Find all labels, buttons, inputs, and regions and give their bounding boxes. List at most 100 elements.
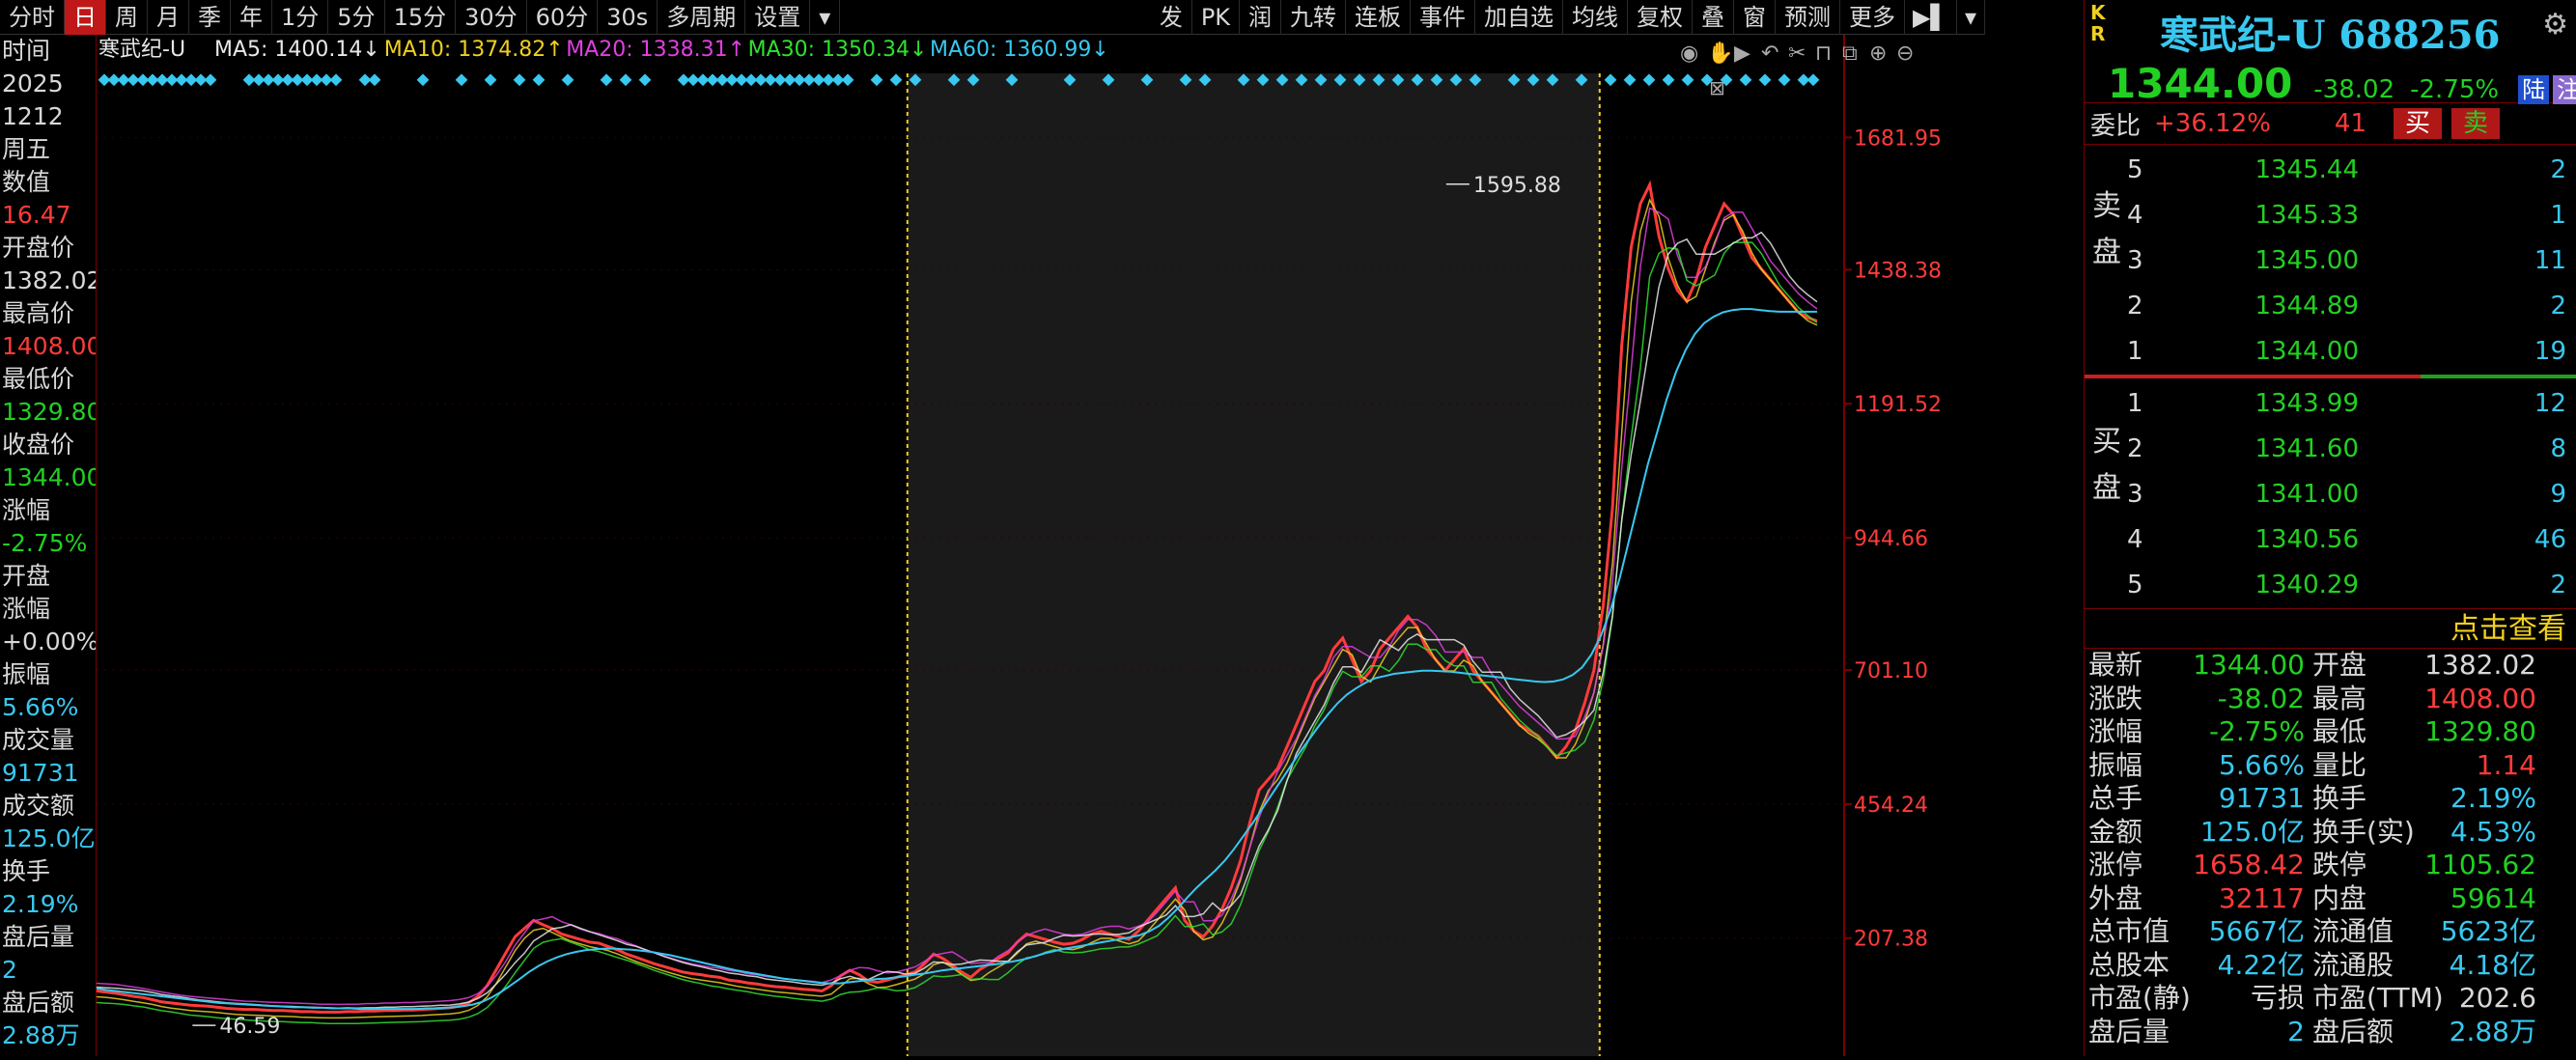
kline-chart-svg[interactable]: 1681.95 1438.38 1191.52 944.66 701.10 454.24 2… [96, 35, 1985, 1056]
period-tab-5[interactable]: 年 [231, 0, 272, 35]
ma-label-4[interactable]: MA60: 1360.99↓ [930, 38, 1109, 62]
order-level-row[interactable]: 3 1341.00 9 [2085, 471, 2576, 516]
period-dropdown[interactable]: 30s [598, 0, 658, 35]
period-tab-6[interactable]: 1分 [272, 0, 329, 35]
event-marker[interactable] [532, 73, 546, 87]
tool-button-12[interactable]: 更多 [1840, 0, 1906, 35]
chevron-down-icon[interactable]: ▾ [1957, 0, 1985, 35]
period-tab-9[interactable]: 30分 [456, 0, 527, 35]
event-marker[interactable] [1778, 73, 1791, 87]
period-tab-4[interactable]: 季 [189, 0, 231, 35]
quote-header: KR 寒武纪-U 688256 ⚙ [2085, 0, 2576, 60]
event-marker[interactable] [1739, 73, 1752, 87]
period-tab-3[interactable]: 月 [148, 0, 189, 35]
note-tag[interactable]: 注 [2553, 75, 2576, 104]
event-marker[interactable] [513, 73, 526, 87]
tool-button-9[interactable]: 叠 [1693, 0, 1735, 35]
eye-icon[interactable]: ◉ [1680, 42, 1698, 66]
tool-button-4[interactable]: 连板 [1346, 0, 1412, 35]
stat-value: 5667亿 [2208, 915, 2305, 947]
event-marker[interactable] [561, 73, 574, 87]
event-marker[interactable] [1681, 73, 1694, 87]
tool-button-1[interactable]: PK [1192, 0, 1241, 35]
plus-icon[interactable]: ⊕ [1869, 42, 1887, 66]
hand-icon[interactable]: ✋ [1707, 41, 1733, 66]
ma-label-1[interactable]: MA10: 1374.82↑ [384, 38, 564, 62]
event-marker[interactable] [889, 73, 903, 87]
order-level-row[interactable]: 2 1341.60 8 [2085, 426, 2576, 471]
stock-name-code: 寒武纪-U 688256 [2160, 13, 2501, 58]
period-tab-12[interactable]: 多周期 [658, 0, 746, 35]
ma-label-2[interactable]: MA20: 1338.31↑ [566, 38, 745, 62]
tool-button-7[interactable]: 均线 [1563, 0, 1629, 35]
order-level-row[interactable]: 4 1340.56 46 [2085, 516, 2576, 562]
info-row: 1212 [2, 102, 64, 130]
order-ratio-count: 41 [2334, 109, 2367, 138]
period-tab-13[interactable]: 设置 [745, 0, 811, 35]
kline-chart[interactable]: 1681.95 1438.38 1191.52 944.66 701.10 454.24 2… [96, 35, 1985, 1056]
tool-button-3[interactable]: 九转 [1281, 0, 1347, 35]
buy-button[interactable]: 买 [2394, 108, 2443, 139]
ma-label-0[interactable]: MA5: 1400.14↓ [214, 38, 380, 62]
tool-button-10[interactable]: 窗 [1734, 0, 1777, 35]
gear-icon[interactable]: ⚙ [2542, 8, 2568, 42]
stat-label: 最高 [2312, 682, 2367, 714]
minus-icon[interactable]: ⊖ [1896, 42, 1914, 66]
sell-button[interactable]: 卖 [2451, 108, 2501, 139]
event-marker[interactable] [1604, 73, 1617, 87]
collapse-arrow-icon[interactable]: ▶▌ [1905, 0, 1957, 35]
event-marker[interactable] [870, 73, 883, 87]
event-marker[interactable] [204, 73, 217, 87]
tool-button-0[interactable]: 发 [1151, 0, 1192, 35]
ma-label-3[interactable]: MA30: 1350.34↓ [748, 38, 928, 62]
click-to-view-link[interactable]: 点击查看 [2085, 608, 2576, 649]
undo-icon[interactable]: ↶ [1761, 42, 1778, 66]
event-marker[interactable] [841, 73, 854, 87]
period-tab-10[interactable]: 60分 [527, 0, 599, 35]
event-marker[interactable] [638, 73, 652, 87]
order-level-row[interactable]: 5 1340.29 2 [2085, 562, 2576, 607]
period-tab-8[interactable]: 15分 [385, 0, 457, 35]
event-marker[interactable] [600, 73, 613, 87]
copy-icon[interactable]: ⧉ [1842, 42, 1858, 66]
period-tab-2[interactable]: 周 [106, 0, 148, 35]
order-level-row[interactable]: 3 1345.00 11 [2085, 237, 2576, 283]
info-row: 开盘 [2, 562, 51, 590]
order-level-row[interactable]: 1 1344.00 19 [2085, 328, 2576, 374]
tool-button-6[interactable]: 加自选 [1475, 0, 1564, 35]
period-tab-1[interactable]: 日 [65, 0, 106, 35]
period-tab-0[interactable]: 分时 [0, 0, 65, 35]
event-marker[interactable] [1623, 73, 1637, 87]
event-marker[interactable] [484, 73, 497, 87]
chevron-down-icon[interactable]: ▾ [810, 0, 841, 35]
event-marker[interactable] [1642, 73, 1656, 87]
stat-label: 涨幅 [2088, 715, 2143, 747]
order-level: 5 [2127, 570, 2143, 600]
lock-icon[interactable]: ⊓ [1815, 42, 1832, 66]
event-marker[interactable] [1758, 73, 1772, 87]
event-marker[interactable] [455, 73, 468, 87]
event-marker[interactable] [368, 73, 381, 87]
info-row: 开盘价 [2, 234, 75, 262]
event-marker[interactable] [1806, 73, 1820, 87]
order-volume: 1 [2550, 200, 2566, 230]
y-tick-label: 701.10 [1854, 659, 1928, 683]
tool-button-8[interactable]: 复权 [1628, 0, 1694, 35]
order-level-row[interactable]: 4 1345.33 1 [2085, 192, 2576, 237]
tool-button-11[interactable]: 预测 [1776, 0, 1841, 35]
scissors-icon[interactable]: ✂ [1788, 42, 1806, 66]
event-marker[interactable] [1662, 73, 1675, 87]
info-row: 时间 [2, 37, 51, 65]
event-marker[interactable] [619, 73, 632, 87]
tool-button-2[interactable]: 润 [1240, 0, 1282, 35]
play-icon[interactable]: ▶ [1734, 42, 1750, 66]
order-price: 1341.60 [2254, 433, 2359, 463]
event-marker[interactable] [416, 73, 430, 87]
order-level-row[interactable]: 1 1343.99 12 [2085, 380, 2576, 426]
order-level-row[interactable]: 2 1344.89 2 [2085, 283, 2576, 328]
period-tab-7[interactable]: 5分 [328, 0, 385, 35]
event-marker[interactable] [329, 73, 343, 87]
connect-tag[interactable]: 陆 [2518, 75, 2550, 104]
tool-button-5[interactable]: 事件 [1411, 0, 1476, 35]
order-level-row[interactable]: 5 1345.44 2 [2085, 147, 2576, 192]
